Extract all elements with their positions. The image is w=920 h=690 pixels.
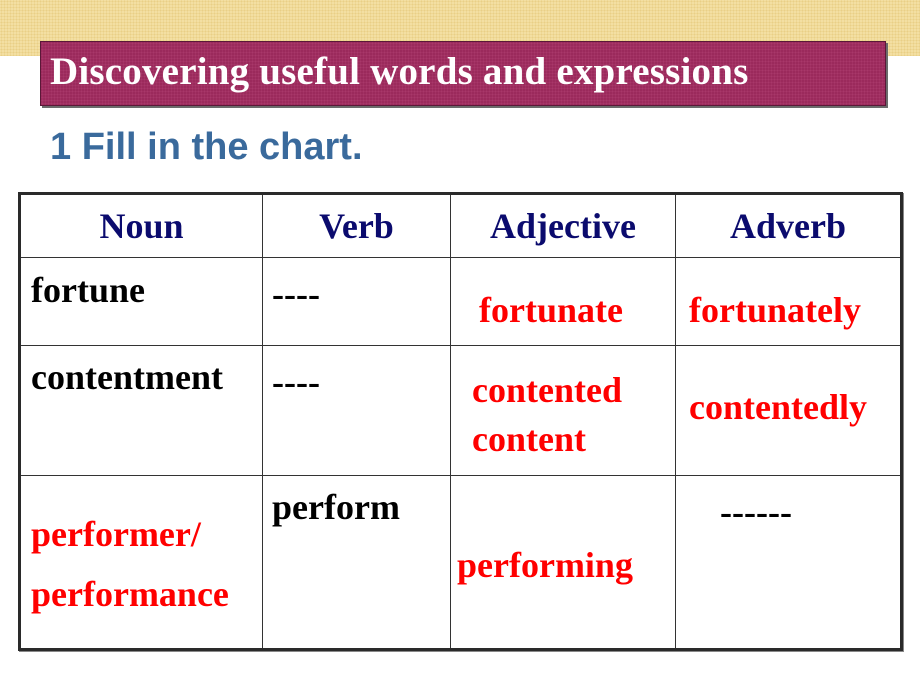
given-word: fortune (31, 270, 145, 310)
answer-word: fortunately (689, 290, 861, 330)
answer-word: contentedly (689, 387, 867, 427)
word-forms-chart: Noun Verb Adjective Adverb fortune ---- … (18, 192, 903, 651)
answer-word: performance (31, 574, 229, 614)
blank-marker: ---- (272, 362, 320, 402)
cell-adjective: performing (450, 475, 676, 650)
header-adverb: Adverb (675, 193, 902, 258)
given-word: contentment (31, 357, 223, 397)
answer-word: contented (472, 370, 622, 410)
cell-verb: perform (262, 475, 451, 650)
header-noun: Noun (19, 193, 263, 258)
answer-word: performing (457, 545, 633, 585)
table-row: performer/ performance perform performin… (19, 475, 902, 650)
cell-adverb: contentedly (675, 345, 902, 476)
header-row: Noun Verb Adjective Adverb (19, 193, 902, 258)
cell-noun: performer/ performance (19, 475, 263, 650)
given-word: perform (272, 487, 400, 527)
cell-adjective: fortunate (450, 257, 676, 346)
table-row: contentment ---- contented content conte… (19, 345, 902, 476)
slide-title: Discovering useful words and expressions (50, 50, 749, 93)
blank-marker: ------ (720, 492, 792, 532)
answer-word: performer/ (31, 514, 201, 554)
title-banner: Discovering useful words and expressions (40, 41, 886, 106)
answer-word: content (472, 419, 586, 459)
header-verb: Verb (262, 193, 451, 258)
answer-word: fortunate (479, 290, 623, 330)
instruction-heading: 1 Fill in the chart. (50, 126, 363, 168)
cell-adverb: fortunately (675, 257, 902, 346)
blank-marker: ---- (272, 274, 320, 314)
cell-noun: contentment (19, 345, 263, 476)
cell-adjective: contented content (450, 345, 676, 476)
cell-verb: ---- (262, 345, 451, 476)
header-adjective: Adjective (450, 193, 676, 258)
table-row: fortune ---- fortunate fortunately (19, 257, 902, 346)
cell-verb: ---- (262, 257, 451, 346)
cell-adverb: ------ (675, 475, 902, 650)
cell-noun: fortune (19, 257, 263, 346)
